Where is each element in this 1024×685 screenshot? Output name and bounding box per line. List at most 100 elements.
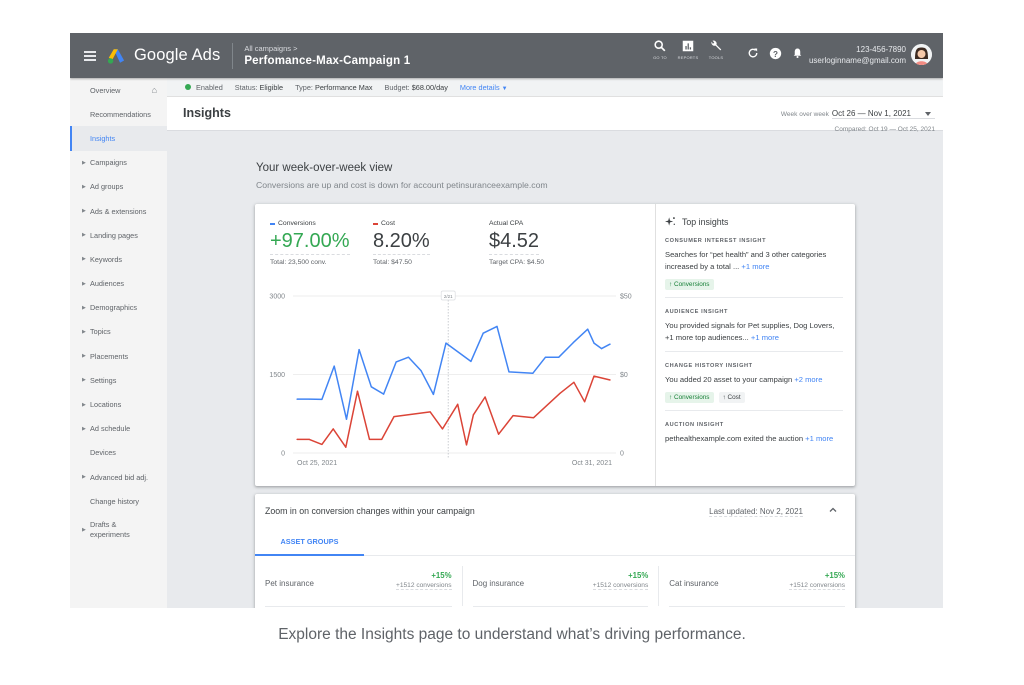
last-updated: Last updated: Nov 2, 2021 (709, 507, 803, 517)
y-right-tick-label: 0 (620, 451, 624, 458)
insight-more-link[interactable]: +1 more (741, 262, 769, 271)
sidebar-item-campaigns[interactable]: ▶ Campaigns (70, 151, 167, 175)
insight-list: CONSUMER INTEREST INSIGHT Searches for “p… (665, 227, 843, 452)
enabled-status[interactable]: Enabled (196, 83, 223, 92)
sidebar-item-topics[interactable]: ▶ Topics (70, 320, 167, 344)
insight-more-link[interactable]: +1 more (805, 434, 833, 443)
account-email: userloginname@gmail.com (808, 56, 906, 65)
tools-icon (711, 40, 722, 51)
campaign-status-bar: Enabled Status: Eligible Type: Performan… (167, 78, 943, 97)
notifications-button[interactable] (786, 42, 808, 64)
tools-button[interactable]: TOOLS (702, 39, 730, 60)
budget-label: Budget: (384, 82, 410, 92)
asset-group-pet-insurance[interactable]: Pet insurance +15% +1512 conversions (265, 566, 462, 607)
data-point-conversions (420, 370, 422, 372)
sidebar-item-label: Devices (90, 448, 116, 458)
data-point-cost (441, 428, 444, 430)
sidebar-item-ad-groups[interactable]: ▶ Ad groups (70, 175, 167, 199)
reports-label: REPORTS (677, 55, 699, 60)
insight-text: pethealthexample.com exited the auction … (665, 433, 843, 445)
sidebar-item-ads-extensions[interactable]: ▶ Ads & extensions (70, 199, 167, 223)
data-point-conversions (445, 342, 447, 344)
campaign-name[interactable]: Perfomance-Max-Campaign 1 (244, 55, 410, 67)
expand-caret-icon: ▶ (82, 159, 86, 166)
insight-kicker: AUCTION INSIGHT (665, 422, 724, 428)
data-point-conversions (508, 371, 510, 373)
data-point-cost (593, 375, 595, 377)
asset-group-conversions: +1512 conversions (395, 582, 452, 590)
app-name[interactable]: Google Ads (134, 46, 220, 65)
type-value: Performance Max (314, 82, 373, 92)
sidebar-item-label: Ad schedule (90, 424, 131, 434)
data-point-conversions (482, 332, 484, 334)
sidebar-item-demographics[interactable]: ▶ Demographics (70, 296, 167, 320)
chevron-down-icon: ▼ (501, 85, 508, 92)
refresh-button[interactable] (742, 42, 764, 64)
sidebar-item-label: Landing pages (90, 230, 138, 240)
sidebar-item-audiences[interactable]: ▶ Audiences (70, 272, 167, 296)
data-point-cost (308, 438, 310, 440)
budget-value: $68.00/day (411, 82, 448, 92)
sidebar-item-settings[interactable]: ▶ Settings (70, 368, 167, 392)
reports-button[interactable]: REPORTS (674, 39, 702, 60)
x-tick-label: Oct 31, 2021 (572, 460, 612, 467)
account-info[interactable]: 123-456-7890 userloginname@gmail.com (809, 44, 906, 66)
sidebar-item-insights[interactable]: Insights (70, 126, 167, 151)
tab-asset-groups[interactable]: ASSET GROUPS (255, 528, 364, 556)
bell-icon (793, 48, 801, 59)
asset-group-cat-insurance[interactable]: Cat insurance +15% +1512 conversions (658, 566, 855, 607)
menu-icon[interactable] (84, 50, 96, 61)
header-divider (232, 42, 234, 69)
sidebar-item-placements[interactable]: ▶ Placements (70, 344, 167, 368)
sidebar-item-recommendations[interactable]: Recommendations (70, 102, 167, 126)
date-range-picker[interactable]: Week over week Oct 26 — Nov 1, 2021 Compa… (781, 103, 935, 133)
expand-caret-icon: ▶ (82, 328, 86, 335)
help-button[interactable]: ? (764, 42, 786, 64)
tab-bar: ASSET GROUPS (255, 528, 855, 556)
sidebar-item-landing-pages[interactable]: ▶ Landing pages (70, 223, 167, 247)
asset-group-list: Pet insurance +15% +1512 conversions Dog in… (255, 566, 855, 607)
data-point-cost (356, 390, 359, 392)
data-point-conversions (333, 365, 335, 367)
sidebar-item-locations[interactable]: ▶ Locations (70, 392, 167, 416)
insight-more-link[interactable]: +2 more (794, 375, 822, 384)
sidebar-item-label: Topics (90, 327, 111, 337)
expand-caret-icon: ▶ (82, 304, 86, 311)
expand-caret-icon: ▶ (82, 474, 86, 481)
insight-body: You added 20 asset to your campaign (665, 375, 793, 384)
insight-item[interactable]: AUCTION INSIGHT pethealthexample.com exit… (665, 411, 843, 452)
goto-button[interactable]: GO TO (646, 39, 674, 60)
asset-group-dog-insurance[interactable]: Dog insurance +15% +1512 conversions (461, 566, 659, 607)
sidebar-item-keywords[interactable]: ▶ Keywords (70, 247, 167, 271)
expand-caret-icon: ▶ (82, 183, 86, 190)
insight-chips: ↑ Conversions ↑ Cost (665, 392, 843, 403)
sidebar-item-ad-schedule[interactable]: ▶ Ad schedule (70, 417, 167, 441)
more-details-link[interactable]: More details ▼ (460, 83, 508, 92)
sidebar-item-label: Recommendations (90, 109, 151, 119)
line-chart[interactable]: 0 0 1500 $0 3000 $50 Oct 25, 2021 Oct 31, 2021 2… (255, 204, 655, 486)
insight-kicker: CONSUMER INTEREST INSIGHT (665, 238, 767, 244)
sidebar-item-advanced-bid-adj[interactable]: ▶ Advanced bid adj. (70, 465, 167, 489)
breadcrumb-parent[interactable]: All campaigns > (244, 44, 410, 53)
sidebar-nav: Overview ⌂ Recommendations Insights ▶ Campaig… (70, 78, 167, 608)
sidebar-item-label: Settings (90, 375, 117, 385)
insight-item[interactable]: CONSUMER INTEREST INSIGHT Searches for “p… (665, 227, 843, 298)
y-left-tick-label: 0 (281, 451, 285, 458)
sidebar-item-devices[interactable]: Devices (70, 441, 167, 465)
date-range-value[interactable]: Oct 26 — Nov 1, 2021 (831, 109, 935, 119)
expand-caret-icon: ▶ (82, 425, 86, 432)
insight-item[interactable]: CHANGE HISTORY INSIGHT You added 20 asset… (665, 352, 843, 411)
chip-label: Cost (727, 394, 741, 401)
data-point-conversions (601, 347, 603, 350)
insight-body: pethealthexample.com exited the auction (665, 434, 804, 443)
sidebar-item-overview[interactable]: Overview ⌂ (70, 78, 167, 102)
tools-label: TOOLS (708, 55, 724, 60)
sidebar-item-drafts-experiments[interactable]: ▶ Drafts & experiments (70, 513, 167, 547)
avatar[interactable] (911, 44, 932, 65)
chevron-up-icon[interactable] (827, 504, 839, 516)
insight-item[interactable]: AUDIENCE INSIGHT You provided signals for… (665, 298, 843, 352)
arrow-up-icon: ↑ (669, 394, 673, 401)
sidebar-item-change-history[interactable]: Change history (70, 489, 167, 513)
insight-more-link[interactable]: +1 more (751, 333, 779, 342)
data-point-cost (532, 417, 535, 419)
